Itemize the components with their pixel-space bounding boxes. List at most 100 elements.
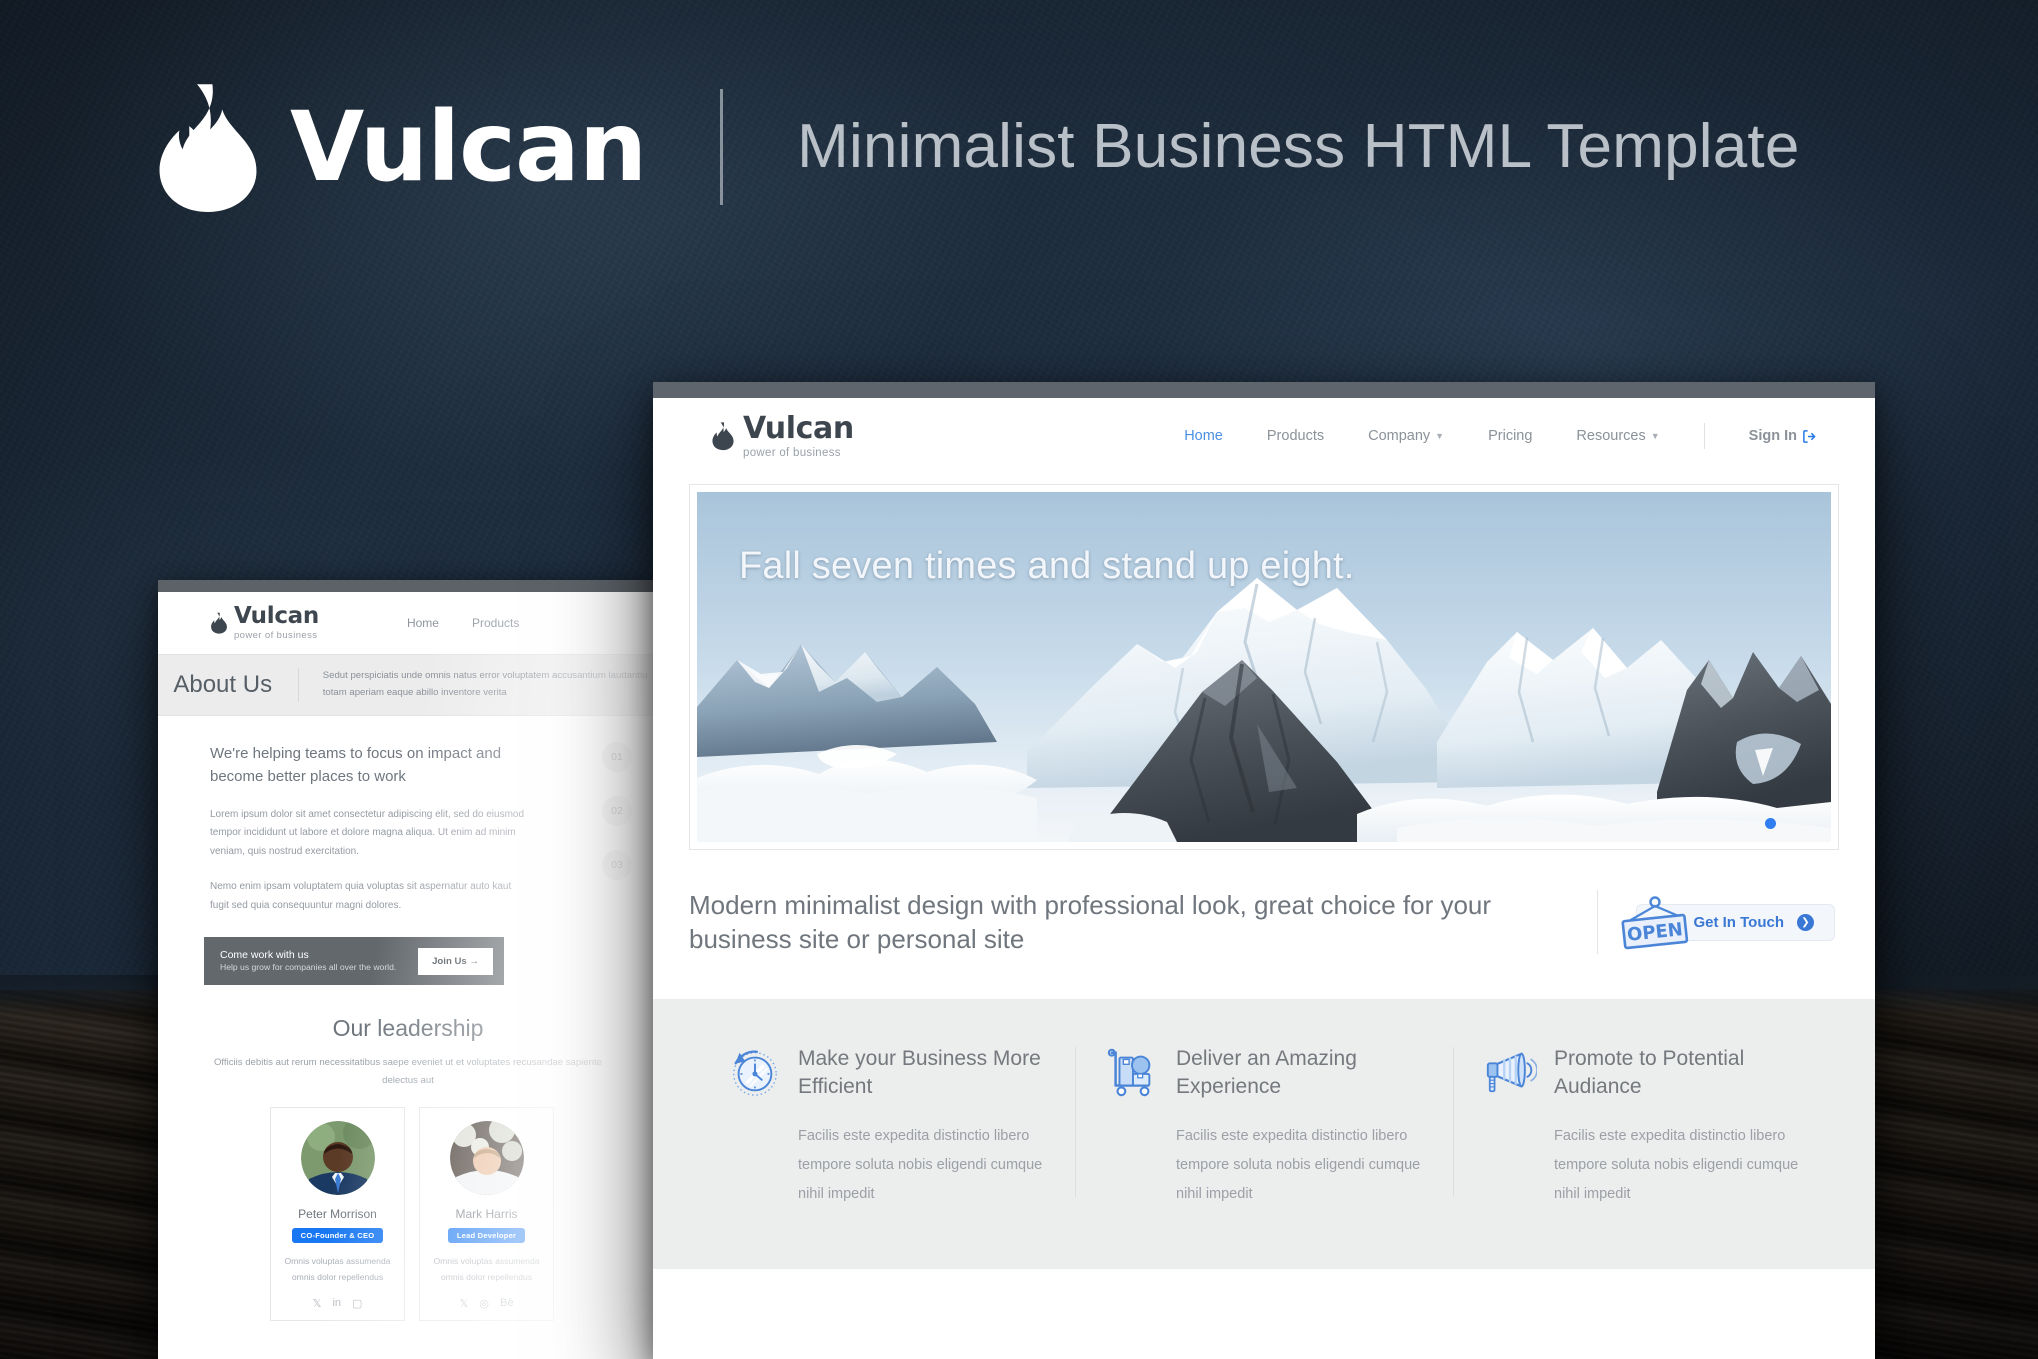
instagram-icon[interactable]: ▢ xyxy=(352,1297,362,1310)
feature-title: Make your Business More Efficient xyxy=(798,1046,1041,1098)
leadership-section: Our leadership Officiis debitis aut reru… xyxy=(158,1015,658,1089)
join-us-button[interactable]: Join Us → xyxy=(418,947,493,975)
member-social-links[interactable]: 𝕏 in ▢ xyxy=(281,1297,394,1310)
browser-chrome-bar-back xyxy=(158,580,658,592)
nav-divider xyxy=(1703,423,1705,449)
leadership-card-list: Peter Morrison CO-Founder & CEO Omnis vo… xyxy=(158,1089,658,1322)
stopwatch-icon xyxy=(733,1050,777,1096)
secondary-browser-window[interactable]: Vulcan power of business Home Products A… xyxy=(158,580,658,1359)
flame-icon xyxy=(211,612,227,634)
nav-label: Resources xyxy=(1576,428,1646,444)
team-member-card[interactable]: Mark Harris Lead Developer Omnis volupta… xyxy=(419,1107,554,1322)
chevron-right-icon: ❯ xyxy=(1797,913,1814,931)
feature-card: Promote to Potential Audiance Facilis es… xyxy=(1453,1043,1831,1210)
member-description: Omnis voluptas assumenda omnis dolor rep… xyxy=(284,1256,391,1282)
back-nav-home[interactable]: Home xyxy=(407,616,439,630)
get-in-touch-button[interactable]: OPEN Get In Touch ❯ xyxy=(1621,896,1835,950)
promo-band: Modern minimalist design with profession… xyxy=(653,850,1875,999)
member-role-badge: Lead Developer xyxy=(447,1228,526,1244)
chevron-down-icon: ▼ xyxy=(1435,431,1445,441)
member-description: Omnis voluptas assumenda omnis dolor rep… xyxy=(433,1256,540,1282)
avatar xyxy=(449,1121,524,1196)
back-site-header: Vulcan power of business Home Products xyxy=(158,592,658,654)
nav-label: Pricing xyxy=(1488,428,1533,444)
about-paragraph-1: Lorem ipsum dolor sit amet consectetur a… xyxy=(210,808,525,857)
site-logo[interactable]: Vulcan power of business xyxy=(711,410,854,459)
member-social-links[interactable]: 𝕏 ◎ Bē xyxy=(430,1297,543,1310)
about-title: About Us xyxy=(173,671,273,698)
about-body: We're helping teams to focus on impact a… xyxy=(158,716,658,915)
megaphone-icon xyxy=(1486,1052,1537,1092)
step-number-list: 01 02 03 xyxy=(602,742,632,904)
nav-item-products[interactable]: Products xyxy=(1267,428,1324,444)
careers-cta-subtitle: Help us grow for companies all over the … xyxy=(220,962,397,973)
feature-description: Facilis este expedita distinctio libero … xyxy=(1554,1128,1799,1203)
feature-title: Promote to Potential Audiance xyxy=(1554,1046,1745,1098)
feature-card: Make your Business More Efficient Facili… xyxy=(697,1043,1075,1210)
promo-text: Modern minimalist design with profession… xyxy=(689,890,1492,955)
avatar xyxy=(300,1121,375,1196)
step-number: 02 xyxy=(602,796,632,826)
back-logo-subtitle: power of business xyxy=(234,630,318,641)
brand-divider xyxy=(720,89,724,205)
sign-in-label: Sign In xyxy=(1748,428,1797,444)
feature-title: Deliver an Amazing Experience xyxy=(1176,1046,1357,1098)
member-name: Peter Morrison xyxy=(298,1207,377,1222)
flame-icon xyxy=(159,84,257,212)
nav-item-resources[interactable]: Resources ▼ xyxy=(1576,428,1659,444)
nav-label: Company xyxy=(1368,428,1431,444)
get-in-touch-label: Get In Touch xyxy=(1693,913,1784,931)
sign-in-icon xyxy=(1803,429,1816,443)
about-paragraph-2: Nemo enim ipsam voluptatem quia voluptas… xyxy=(210,881,512,911)
feature-card: Deliver an Amazing Experience Facilis es… xyxy=(1075,1043,1453,1210)
primary-browser-window[interactable]: Vulcan power of business Home Products C… xyxy=(653,382,1875,1359)
nav-label: Products xyxy=(1266,428,1325,444)
brand-tagline: Minimalist Business HTML Template xyxy=(797,112,1800,181)
promo-divider xyxy=(1597,890,1599,955)
step-number: 01 xyxy=(602,742,632,772)
open-sign-icon: OPEN xyxy=(1621,896,1689,950)
site-header: Vulcan power of business Home Products C… xyxy=(653,398,1875,474)
member-role-badge: CO-Founder & CEO xyxy=(291,1228,384,1244)
site-logo-name: Vulcan xyxy=(743,410,854,446)
hero-carousel[interactable]: Fall seven times and stand up eight. xyxy=(689,484,1839,850)
leadership-subtitle: Officiis debitis aut rerum necessitatibu… xyxy=(213,1057,603,1086)
twitter-icon[interactable]: 𝕏 xyxy=(460,1297,469,1310)
back-logo[interactable]: Vulcan power of business xyxy=(210,605,319,641)
careers-cta-title: Come work with us xyxy=(220,949,309,962)
nav-item-pricing[interactable]: Pricing xyxy=(1488,428,1532,444)
luggage-cart-icon xyxy=(1107,1048,1151,1096)
nav-item-company[interactable]: Company ▼ xyxy=(1368,428,1444,444)
behance-icon[interactable]: Bē xyxy=(500,1297,513,1310)
brand-header: Vulcan Minimalist Business HTML Template xyxy=(0,0,2038,290)
back-nav-products[interactable]: Products xyxy=(472,616,519,630)
flame-icon xyxy=(712,422,734,451)
browser-chrome-bar-front xyxy=(653,382,1875,398)
nav-label: Home xyxy=(1184,428,1223,444)
dribbble-icon[interactable]: ◎ xyxy=(479,1297,489,1310)
chevron-down-icon: ▼ xyxy=(1650,431,1660,441)
twitter-icon[interactable]: 𝕏 xyxy=(313,1297,322,1310)
linkedin-icon[interactable]: in xyxy=(332,1297,341,1310)
site-logo-subtitle: power of business xyxy=(743,446,841,459)
hero-headline: Fall seven times and stand up eight. xyxy=(739,545,1355,587)
brand-name: Vulcan xyxy=(290,91,647,203)
nav-item-home[interactable]: Home xyxy=(1184,428,1223,444)
about-heading: We're helping teams to focus on impact a… xyxy=(210,745,502,786)
back-nav[interactable]: Home Products xyxy=(407,616,519,630)
about-band: About Us Sedut perspiciatis unde omnis n… xyxy=(158,654,658,716)
main-navigation[interactable]: Home Products Company ▼ Pricing Resources… xyxy=(1140,423,1817,449)
sign-in-button[interactable]: Sign In xyxy=(1749,428,1817,444)
carousel-dot[interactable] xyxy=(1765,818,1776,829)
features-section: Make your Business More Efficient Facili… xyxy=(653,998,1875,1270)
back-logo-name: Vulcan xyxy=(234,603,319,629)
feature-description: Facilis este expedita distinctio libero … xyxy=(798,1128,1043,1203)
careers-cta-banner: Come work with us Help us grow for compa… xyxy=(204,937,504,985)
team-member-card[interactable]: Peter Morrison CO-Founder & CEO Omnis vo… xyxy=(270,1107,405,1322)
feature-description: Facilis este expedita distinctio libero … xyxy=(1176,1128,1421,1203)
leadership-title: Our leadership xyxy=(332,1015,484,1041)
step-number: 03 xyxy=(602,850,632,880)
about-description: Sedut perspiciatis unde omnis natus erro… xyxy=(322,670,648,698)
member-name: Mark Harris xyxy=(455,1207,518,1222)
hero-image: Fall seven times and stand up eight. xyxy=(697,492,1831,842)
